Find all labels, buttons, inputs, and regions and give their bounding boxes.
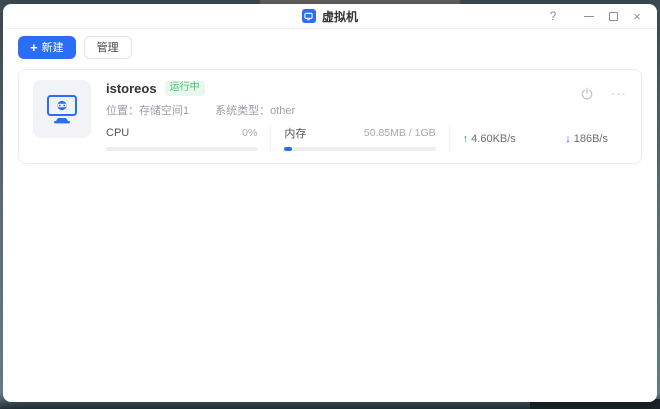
manage-button[interactable]: 管理: [84, 36, 132, 59]
vm-os-type: 系统类型：other: [215, 102, 295, 116]
manage-label: 管理: [97, 39, 119, 55]
cpu-label: CPU: [106, 127, 129, 139]
toolbar: + 新建 管理: [3, 29, 657, 65]
vm-thumbnail: [33, 80, 91, 138]
memory-progress-bar: [284, 147, 435, 151]
vm-actions: ···: [579, 86, 627, 102]
titlebar[interactable]: 虚拟机 ? ×: [3, 4, 657, 29]
network-stat: ↑ 4.60KB/s ↓ 186B/s: [449, 126, 627, 151]
vm-app-icon: [302, 9, 316, 23]
download-speed: ↓ 186B/s: [565, 133, 608, 145]
new-vm-button[interactable]: + 新建: [18, 36, 76, 59]
memory-value: 50.85MB / 1GB: [364, 127, 436, 139]
download-value: 186B/s: [574, 133, 608, 145]
window-title: 虚拟机: [322, 8, 358, 25]
vm-status-badge: 运行中: [165, 81, 205, 96]
more-options-icon[interactable]: ···: [611, 86, 627, 102]
vm-monitor-icon: [43, 91, 81, 127]
download-arrow-icon: ↓: [565, 133, 571, 145]
power-icon[interactable]: [579, 86, 595, 102]
upload-speed: ↑ 4.60KB/s: [463, 133, 516, 145]
cpu-value: 0%: [242, 127, 257, 139]
vm-card[interactable]: istoreos 运行中 位置：存储空间1 系统类型：other CPU 0%: [18, 69, 642, 164]
vm-stats: CPU 0% 内存 50.85MB / 1GB: [106, 126, 627, 151]
vm-meta: 位置：存储空间1 系统类型：other: [106, 102, 627, 116]
memory-label: 内存: [284, 125, 306, 141]
window-controls: ? ×: [541, 4, 649, 28]
maximize-icon[interactable]: [601, 4, 625, 28]
memory-progress-fill: [284, 147, 292, 151]
new-vm-label: 新建: [42, 39, 64, 55]
cpu-progress-bar: [106, 147, 257, 151]
close-icon[interactable]: ×: [625, 4, 649, 28]
cpu-stat: CPU 0%: [106, 126, 270, 151]
plus-icon: +: [30, 41, 38, 54]
vm-header: istoreos 运行中: [106, 80, 627, 96]
upload-value: 4.60KB/s: [471, 133, 516, 145]
vm-name: istoreos: [106, 81, 157, 96]
vm-body: istoreos 运行中 位置：存储空间1 系统类型：other CPU 0%: [106, 80, 627, 151]
minimize-icon[interactable]: [577, 4, 601, 28]
vm-location: 位置：存储空间1: [106, 102, 189, 116]
titlebar-center: 虚拟机: [302, 8, 358, 25]
memory-stat: 内存 50.85MB / 1GB: [270, 126, 448, 151]
vm-list: istoreos 运行中 位置：存储空间1 系统类型：other CPU 0%: [3, 65, 657, 402]
vm-manager-window: 虚拟机 ? × + 新建 管理: [3, 4, 657, 402]
upload-arrow-icon: ↑: [463, 133, 469, 145]
help-icon[interactable]: ?: [541, 4, 565, 28]
